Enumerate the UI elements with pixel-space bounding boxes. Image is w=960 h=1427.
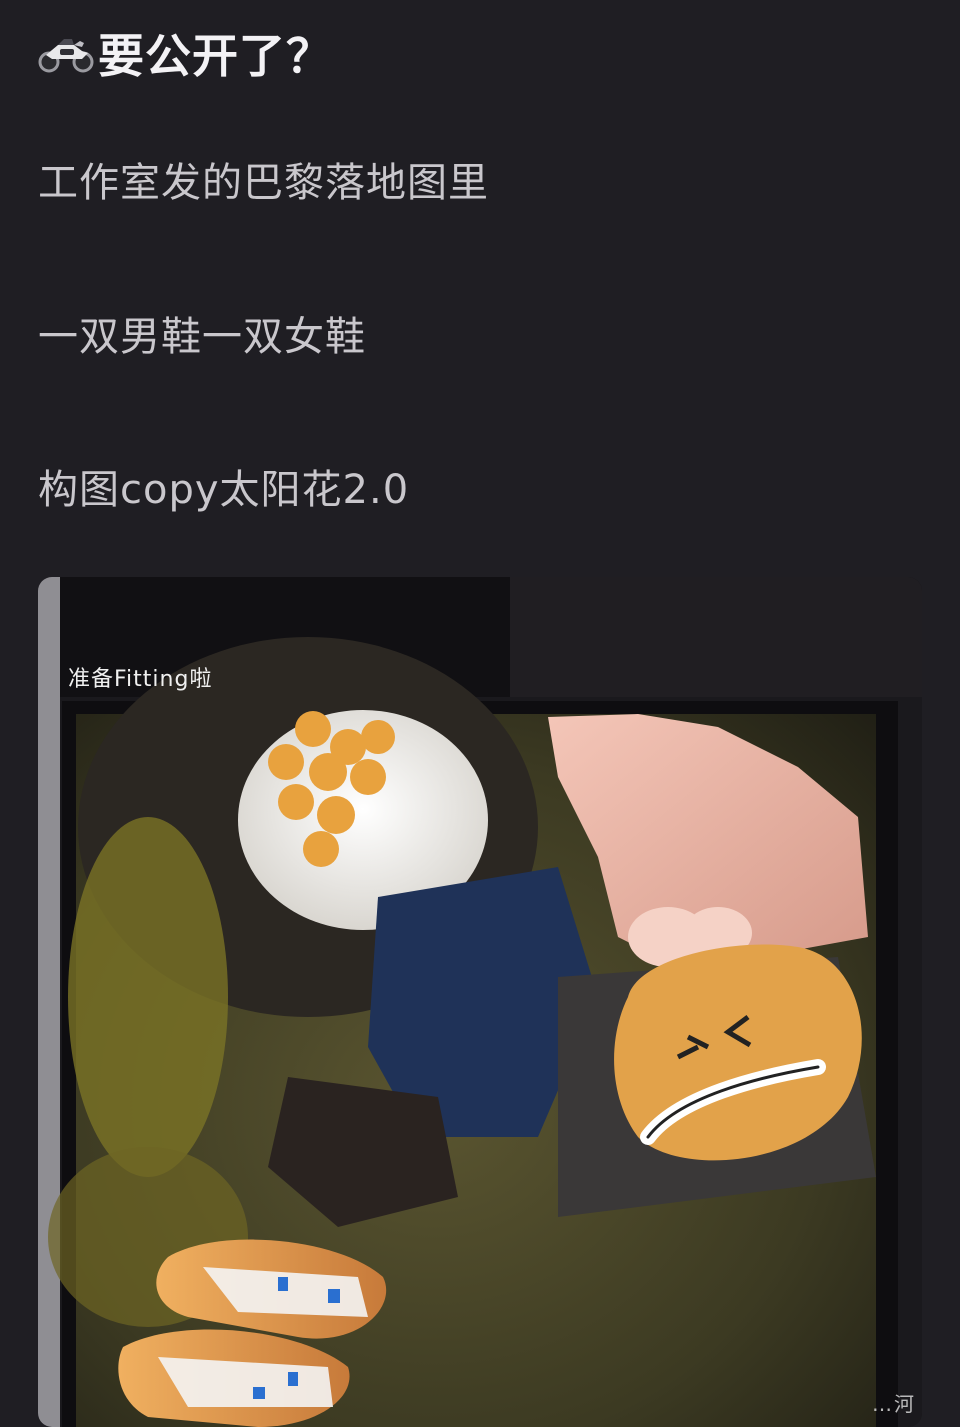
- post-paragraph-1: 工作室发的巴黎落地图里: [38, 160, 489, 206]
- post-title: 要公开了？: [98, 29, 333, 83]
- post-photo[interactable]: 准备Fitting啦 …河: [38, 577, 922, 1427]
- photo-caption: 准备Fitting啦: [68, 667, 213, 692]
- post-title-row: 要公开了？: [38, 22, 333, 84]
- motorcycle-icon: [38, 39, 94, 73]
- post-paragraph-3: 构图copy太阳花2.0: [38, 467, 410, 513]
- post-paragraph-2: 一双男鞋一双女鞋: [38, 314, 366, 360]
- weibo-post: 要公开了？ 工作室发的巴黎落地图里 一双男鞋一双女鞋 构图copy太阳花2.0: [0, 0, 960, 1427]
- photo-illustration: [38, 577, 922, 1427]
- watermark: …河: [872, 1392, 916, 1416]
